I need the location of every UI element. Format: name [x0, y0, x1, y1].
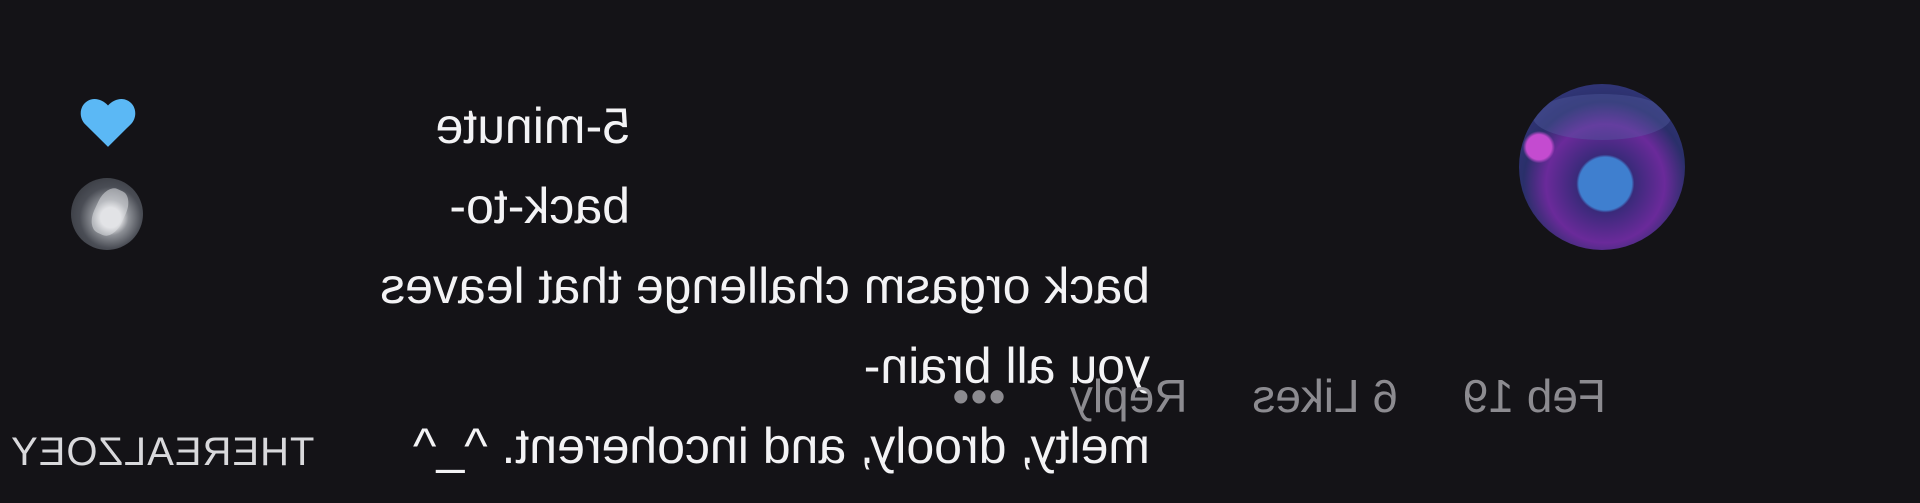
likes-count[interactable]: 6 Likes	[1252, 370, 1398, 422]
comment-item: 5-minute back-to- back orgasm challenge …	[0, 0, 1920, 503]
watermark-text: THEREALZOEY	[10, 430, 315, 474]
comment-date: Feb 19	[1462, 370, 1606, 422]
watermark: THEREALZOEY	[0, 430, 1920, 490]
reply-button[interactable]: Reply	[1070, 370, 1188, 422]
creator-avatar-icon	[71, 178, 143, 250]
comment-screenshot: 5-minute back-to- back orgasm challenge …	[0, 0, 1920, 503]
comment-text-line: 5-minute back-to-	[435, 98, 630, 234]
user-avatar[interactable]	[1519, 84, 1685, 250]
heart-icon[interactable]	[77, 92, 139, 150]
comment-text: 5-minute back-to- back orgasm challenge …	[340, 86, 1150, 486]
comment-meta: Feb 19 6 Likes Reply •••	[899, 369, 1606, 423]
more-options-button[interactable]: •••	[951, 370, 1005, 422]
